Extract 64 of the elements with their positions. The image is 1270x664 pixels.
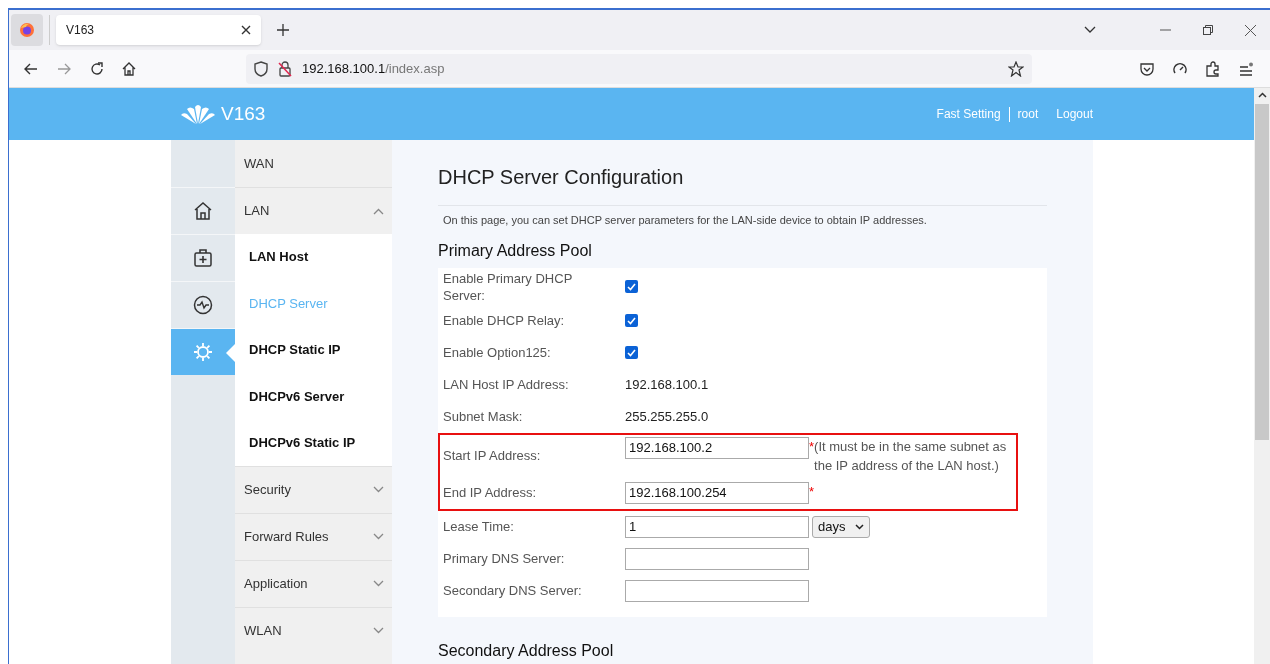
checkbox[interactable] bbox=[625, 314, 638, 327]
forward-icon[interactable] bbox=[57, 62, 71, 75]
menu-icon[interactable] bbox=[1239, 61, 1253, 76]
submenu-item[interactable]: LAN Host bbox=[235, 234, 392, 281]
close-icon[interactable] bbox=[1245, 24, 1256, 36]
browser-tab[interactable]: V163 bbox=[56, 15, 261, 45]
input-field[interactable]: 192.168.100.254 bbox=[625, 481, 809, 504]
shield-icon bbox=[254, 60, 268, 77]
scrollbar[interactable] bbox=[1254, 88, 1270, 664]
puzzle-icon[interactable] bbox=[1206, 60, 1220, 77]
required-mark: * bbox=[809, 437, 815, 456]
field-label: End IP Address: bbox=[443, 484, 537, 501]
section-heading: Secondary Address Pool bbox=[438, 640, 615, 661]
field-value: 255.255.255.0 bbox=[625, 407, 709, 426]
pocket-icon[interactable] bbox=[1140, 61, 1154, 76]
bookmark-star-icon[interactable] bbox=[1008, 60, 1024, 77]
new-tab-icon[interactable] bbox=[277, 24, 289, 36]
gauge-icon[interactable] bbox=[1173, 61, 1187, 76]
scroll-thumb[interactable] bbox=[1255, 104, 1269, 440]
caret-icon bbox=[855, 523, 864, 530]
scroll-up-icon[interactable] bbox=[1257, 92, 1267, 98]
section-heading: Primary Address Pool bbox=[438, 240, 593, 261]
page-description: On this page, you can set DHCP server parameters for the LAN-side device to obtain IP addresses. bbox=[443, 213, 928, 228]
browser-logo-icon bbox=[19, 22, 35, 38]
checkbox[interactable] bbox=[625, 346, 638, 359]
back-icon[interactable] bbox=[24, 62, 38, 75]
hint-text: (It must be in the same subnet as the IP address of the LAN host.) bbox=[814, 437, 1008, 475]
field-label: Subnet Mask: bbox=[443, 408, 524, 425]
field-label: Secondary DNS Server: bbox=[443, 582, 583, 599]
input-field[interactable]: 192.168.100.2 bbox=[625, 436, 809, 459]
required-mark: * bbox=[809, 482, 815, 501]
field-label: Enable DHCP Relay: bbox=[443, 312, 566, 329]
url-text: 192.168.100.1/index.asp bbox=[302, 59, 445, 78]
pulse-icon bbox=[193, 295, 213, 315]
settings-icon bbox=[193, 342, 213, 362]
submenu-item[interactable]: DHCP Static IP bbox=[235, 326, 392, 374]
input-field[interactable]: 1 bbox=[625, 515, 809, 538]
home-icon[interactable] bbox=[122, 61, 136, 76]
browser-logo-button[interactable] bbox=[11, 14, 43, 46]
home-icon bbox=[193, 201, 213, 221]
address-bar[interactable]: 192.168.100.1/index.asp bbox=[246, 53, 1032, 84]
close-icon[interactable] bbox=[241, 25, 251, 35]
chevron-down-icon[interactable] bbox=[1084, 26, 1096, 34]
field-label: Enable Primary DHCP Server: bbox=[443, 269, 574, 304]
tab-title: V163 bbox=[66, 22, 95, 39]
page-title: DHCP Server Configuration bbox=[438, 165, 685, 190]
input-field[interactable] bbox=[625, 547, 809, 570]
field-label: Primary DNS Server: bbox=[443, 550, 566, 567]
brand-name: V163 bbox=[221, 101, 266, 126]
field-value: 192.168.100.1 bbox=[625, 375, 709, 394]
checkbox[interactable] bbox=[625, 280, 638, 293]
submenu-item[interactable]: DHCPv6 Server bbox=[235, 373, 392, 420]
field-label: Lease Time: bbox=[443, 518, 515, 535]
field-label: LAN Host IP Address: bbox=[443, 376, 570, 393]
field-label: Enable Option125: bbox=[443, 344, 552, 361]
field-label: Start IP Address: bbox=[443, 447, 542, 464]
unit-dropdown[interactable]: days bbox=[812, 515, 870, 538]
restore-icon[interactable] bbox=[1203, 25, 1213, 35]
reload-icon[interactable] bbox=[90, 61, 104, 76]
medical-kit-icon bbox=[193, 248, 213, 268]
input-field[interactable] bbox=[625, 579, 809, 602]
insecure-lock-icon bbox=[278, 60, 292, 77]
petal-logo-icon bbox=[180, 103, 216, 125]
submenu-item[interactable]: DHCPv6 Static IP bbox=[235, 419, 392, 466]
